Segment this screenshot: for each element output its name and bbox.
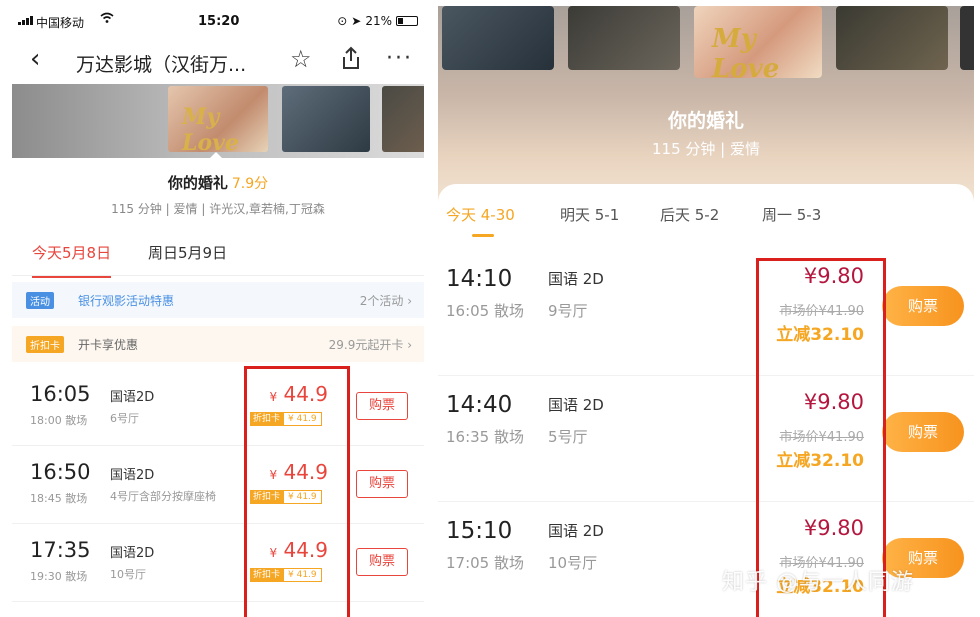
date-tab-monday[interactable]: 周一 5-3: [762, 204, 821, 225]
showtime-hall: 4号厅含部分按摩座椅: [110, 490, 216, 503]
date-tab-today[interactable]: 今天 4-30: [446, 204, 515, 225]
price-highlight-box: [244, 366, 350, 617]
poster-pointer: [208, 152, 224, 160]
movie-score: 7.9分: [231, 176, 269, 192]
lock-rotation-icon: ⊙: [337, 14, 348, 28]
poster-carousel[interactable]: My Love: [12, 84, 424, 158]
movie-meta: 115 分钟 | 爱情 | 许光汉,章若楠,丁冠森: [111, 202, 325, 216]
showtime-row[interactable]: 17:35 19:30 散场 国语2D 10号厅 ¥ 44.9 折扣卡 ¥ 41.…: [12, 524, 424, 602]
movie-header: My Love 你的婚礼 115 分钟 | 爱情: [438, 6, 974, 206]
showtime-end: 16:05 散场: [446, 302, 524, 320]
showtime-end: 18:00 散场: [30, 414, 88, 427]
status-bar: 中国移动 15:20 ⊙ ➤ 21%: [12, 6, 424, 36]
bank-promo-row[interactable]: 活动 银行观影活动特惠 2个活动 ›: [12, 282, 424, 318]
showtime-language: 国语 2D: [548, 270, 604, 288]
poster-item[interactable]: [568, 6, 680, 70]
movie-meta: 115 分钟 | 爱情: [652, 140, 760, 158]
showtime-start: 14:40: [446, 392, 513, 418]
watermark: 知乎 @与一人同游: [722, 570, 914, 595]
showtime-language: 国语2D: [110, 390, 155, 405]
showtime-hall: 9号厅: [548, 302, 588, 320]
promo-more-link[interactable]: 29.9元起开卡 ›: [329, 336, 412, 353]
star-icon[interactable]: ☆: [290, 46, 312, 72]
poster-item[interactable]: [382, 86, 424, 152]
date-tab-day-after[interactable]: 后天 5-2: [660, 204, 719, 225]
promo-more-link[interactable]: 2个活动 ›: [360, 292, 412, 309]
showtime-row[interactable]: 14:40 16:35 散场 国语 2D 5号厅 ¥9.80 市场价¥41.90…: [438, 376, 974, 502]
showtime-end: 18:45 散场: [30, 492, 88, 505]
more-icon[interactable]: ···: [386, 46, 413, 71]
card-promo-row[interactable]: 折扣卡 开卡享优惠 29.9元起开卡 ›: [12, 326, 424, 362]
date-tab-today[interactable]: 今天5月8日: [32, 242, 112, 278]
showtime-language: 国语2D: [110, 468, 155, 483]
poster-item[interactable]: [442, 6, 554, 70]
left-screenshot: 中国移动 15:20 ⊙ ➤ 21% ‹ 万达影城（汉街万... ☆ ··· M…: [12, 6, 424, 617]
buy-ticket-button[interactable]: 购票: [356, 470, 408, 498]
movie-title: 你的婚礼: [667, 110, 744, 132]
poster-selected[interactable]: My Love: [168, 86, 268, 156]
buy-ticket-button[interactable]: 购票: [882, 286, 964, 326]
showtime-start: 17:35: [30, 538, 91, 562]
showtime-start: 16:05: [30, 382, 91, 406]
showtime-hall: 10号厅: [548, 554, 598, 572]
poster-item[interactable]: [960, 6, 974, 70]
location-icon: ➤: [351, 14, 362, 28]
poster-item[interactable]: [282, 86, 370, 152]
showtime-end: 17:05 散场: [446, 554, 524, 572]
movie-info: 你的婚礼 7.9分 115 分钟 | 爱情 | 许光汉,章若楠,丁冠森: [12, 160, 424, 230]
showtime-hall: 6号厅: [110, 412, 139, 425]
buy-ticket-button[interactable]: 购票: [882, 412, 964, 452]
promo-text: 银行观影活动特惠: [78, 294, 175, 308]
date-tab-sunday[interactable]: 周日5月9日: [148, 242, 227, 263]
nav-bar: ‹ 万达影城（汉街万... ☆ ···: [12, 36, 424, 84]
showtime-start: 14:10: [446, 266, 513, 292]
showtime-hall: 10号厅: [110, 568, 146, 581]
movie-title-line: 你的婚礼 7.9分: [12, 172, 424, 193]
back-icon[interactable]: ‹: [30, 46, 52, 72]
showtime-start: 16:50: [30, 460, 91, 484]
signal-icon: [18, 16, 33, 25]
date-tab-tomorrow[interactable]: 明天 5-1: [560, 204, 619, 225]
showtime-row[interactable]: 16:50 18:45 散场 国语2D 4号厅含部分按摩座椅 ¥ 44.9 折扣…: [12, 446, 424, 524]
promo-text: 开卡享优惠: [78, 338, 139, 352]
battery-percent: 21%: [365, 14, 392, 28]
wifi-icon: [100, 12, 114, 28]
battery-icon: [396, 16, 418, 26]
status-time: 15:20: [198, 14, 240, 29]
showtime-hall: 5号厅: [548, 428, 588, 446]
buy-ticket-button[interactable]: 购票: [356, 392, 408, 420]
showtime-row[interactable]: 15:10 17:05 散场 国语 2D 10号厅 ¥9.80 市场价¥41.9…: [438, 502, 974, 617]
showtime-language: 国语2D: [110, 546, 155, 561]
page-title: 万达影城（汉街万...: [76, 54, 247, 76]
showtime-row[interactable]: 14:10 16:05 散场 国语 2D 9号厅 ¥9.80 市场价¥41.90…: [438, 250, 974, 376]
showtime-start: 15:10: [446, 518, 513, 544]
share-icon[interactable]: [340, 46, 362, 72]
showtime-language: 国语 2D: [548, 396, 604, 414]
active-tab-indicator: [472, 234, 494, 237]
right-screenshot: My Love 你的婚礼 115 分钟 | 爱情 今天 4-30 明天 5-1 …: [438, 6, 974, 617]
promo-tag: 折扣卡: [26, 336, 64, 353]
showtime-language: 国语 2D: [548, 522, 604, 540]
showtime-end: 19:30 散场: [30, 570, 88, 583]
showtime-end: 16:35 散场: [446, 428, 524, 446]
showtime-panel: 今天 4-30 明天 5-1 后天 5-2 周一 5-3 14:10 16:05…: [438, 184, 974, 617]
movie-title: 你的婚礼: [167, 174, 228, 192]
carrier-name: 中国移动: [36, 16, 85, 30]
poster-selected[interactable]: My Love: [694, 6, 822, 84]
buy-ticket-button[interactable]: 购票: [356, 548, 408, 576]
promo-tag: 活动: [26, 292, 54, 309]
showtime-row[interactable]: 16:05 18:00 散场 国语2D 6号厅 ¥ 44.9 折扣卡 ¥ 41.9…: [12, 368, 424, 446]
date-tabs: 今天5月8日 周日5月9日: [12, 230, 424, 278]
poster-item[interactable]: [836, 6, 948, 70]
